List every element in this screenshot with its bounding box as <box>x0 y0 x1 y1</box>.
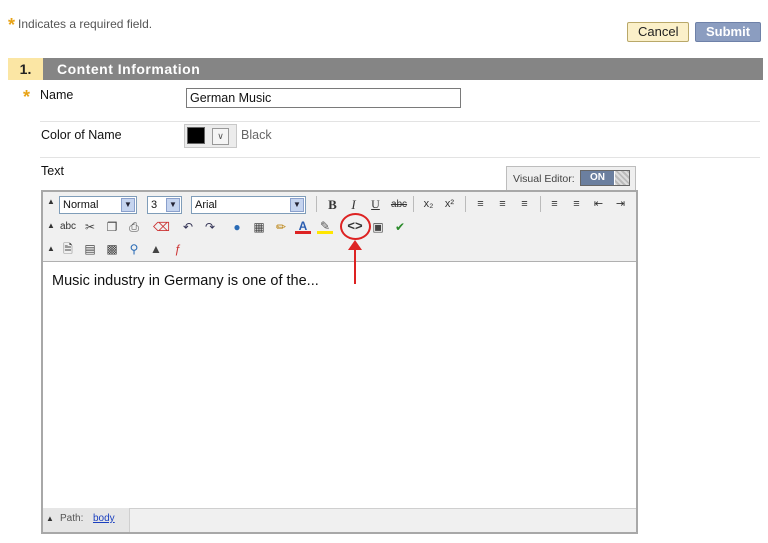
name-label: Name <box>40 88 74 102</box>
search-icon[interactable]: ⚲ <box>126 241 142 257</box>
insert-object-icon[interactable]: ▲ <box>148 241 164 257</box>
font-size-select[interactable]: 3 ▼ <box>147 196 182 214</box>
color-value: Black <box>241 128 272 142</box>
collapse-row-icon[interactable]: ▲ <box>47 221 55 230</box>
insert-image-icon[interactable]: ▤ <box>82 241 98 257</box>
insert-media-icon[interactable]: ▩ <box>104 241 120 257</box>
strikethrough-button[interactable]: abc <box>389 196 409 213</box>
numbered-list-icon[interactable]: ≡ <box>546 196 563 213</box>
chevron-down-icon: ▼ <box>166 198 180 212</box>
collapse-row-icon[interactable]: ▲ <box>47 244 55 253</box>
check-icon[interactable]: ✔ <box>392 219 408 235</box>
chevron-down-icon: ▼ <box>121 198 135 212</box>
eraser-icon[interactable]: ⌫ <box>153 219 170 235</box>
section-number: 1. <box>8 58 43 80</box>
format-value: Normal <box>63 199 99 211</box>
font-family-value: Arial <box>195 199 218 211</box>
superscript-icon[interactable]: x² <box>441 196 458 213</box>
submit-button[interactable]: Submit <box>695 22 761 42</box>
align-center-icon[interactable]: ≡ <box>494 196 511 213</box>
path-body-link[interactable]: body <box>93 513 115 524</box>
visual-editor-on-state[interactable]: ON <box>581 171 614 185</box>
pointer-arrow-line <box>354 246 356 284</box>
cancel-button[interactable]: Cancel <box>627 22 689 42</box>
preview-icon[interactable]: ▣ <box>370 219 386 235</box>
font-family-select[interactable]: Arial ▼ <box>191 196 306 214</box>
insert-file-icon[interactable]: 🗎 <box>60 241 76 257</box>
chevron-down-icon[interactable]: ∨ <box>212 128 229 145</box>
pencil-icon[interactable]: ✏ <box>273 219 289 235</box>
required-note-text: Indicates a required field. <box>18 17 153 31</box>
color-swatch <box>187 127 205 144</box>
name-input[interactable] <box>186 88 461 108</box>
undo-icon[interactable]: ↶ <box>180 219 196 235</box>
visual-editor-off-handle[interactable] <box>615 171 629 185</box>
divider <box>40 157 760 158</box>
toolbar-separator <box>316 196 317 212</box>
path-label: Path: <box>60 513 84 524</box>
spellcheck-button[interactable]: abc <box>57 218 79 235</box>
redo-icon[interactable]: ↷ <box>202 219 218 235</box>
toolbar-separator <box>413 196 414 212</box>
copy-icon[interactable]: ❐ <box>104 219 120 235</box>
collapse-row-icon[interactable]: ▲ <box>47 197 55 206</box>
highlight-icon[interactable]: ✎ <box>317 218 333 234</box>
outdent-icon[interactable]: ⇤ <box>590 196 607 213</box>
underline-button[interactable]: U <box>367 196 384 213</box>
color-of-name-label: Color of Name <box>41 128 122 142</box>
paste-icon[interactable]: ⎙ <box>126 219 142 235</box>
section-title: Content Information <box>57 61 201 77</box>
editor-content[interactable]: Music industry in Germany is one of the.… <box>52 273 319 289</box>
toolbar-separator <box>540 196 541 212</box>
format-select[interactable]: Normal ▼ <box>59 196 137 214</box>
toolbar-separator <box>465 196 466 212</box>
cut-icon[interactable]: ✂ <box>82 219 98 235</box>
bulleted-list-icon[interactable]: ≡ <box>568 196 585 213</box>
text-color-icon[interactable]: A <box>295 218 311 234</box>
table-icon[interactable]: ▦ <box>251 219 267 235</box>
indent-icon[interactable]: ⇥ <box>612 196 629 213</box>
editor-status-bar <box>43 508 636 532</box>
chevron-down-icon: ▼ <box>290 198 304 212</box>
collapse-status-icon[interactable]: ▲ <box>46 514 54 523</box>
path-box <box>43 508 130 532</box>
link-globe-icon[interactable]: ● <box>229 219 245 235</box>
required-star-icon: * <box>8 15 16 35</box>
visual-editor-label: Visual Editor: <box>513 173 575 185</box>
insert-flash-icon[interactable]: ƒ <box>170 241 186 257</box>
subscript-icon[interactable]: x₂ <box>420 196 437 213</box>
align-left-icon[interactable]: ≡ <box>472 196 489 213</box>
italic-button[interactable]: I <box>345 196 362 213</box>
required-star-icon: * <box>23 87 31 107</box>
highlight-circle <box>340 213 371 240</box>
font-size-value: 3 <box>151 199 158 211</box>
divider <box>40 121 760 122</box>
align-right-icon[interactable]: ≡ <box>516 196 533 213</box>
bold-button[interactable]: B <box>324 196 341 213</box>
required-note: * Indicates a required field. <box>8 15 153 35</box>
text-label: Text <box>41 164 64 178</box>
